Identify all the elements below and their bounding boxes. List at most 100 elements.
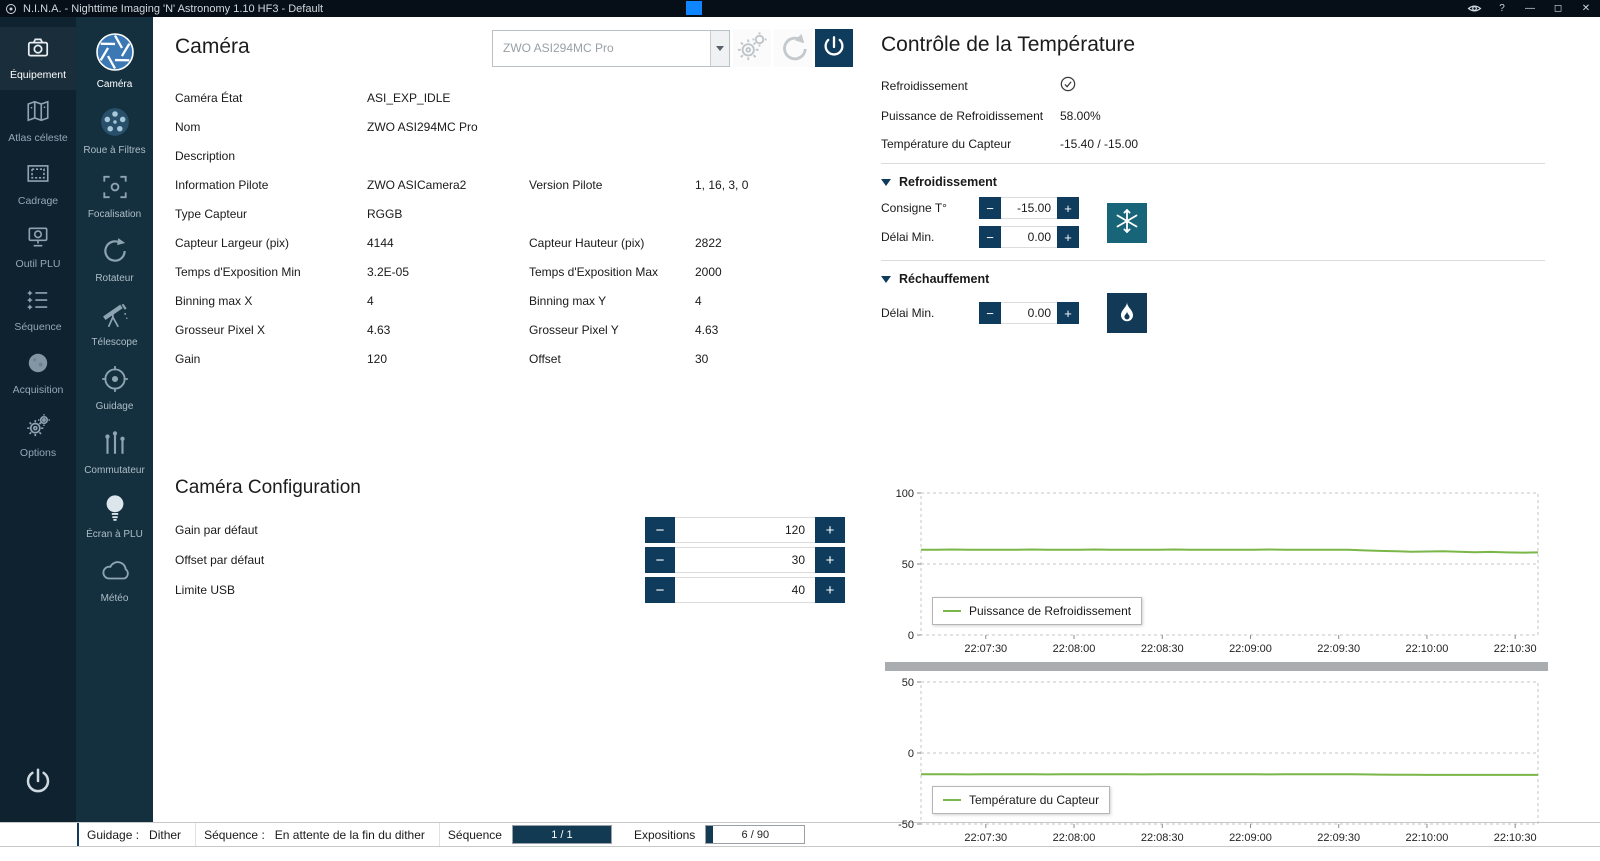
table-row: Capteur Largeur (pix) 4144 Capteur Hauteur… [175,228,865,257]
info-label: Temps d'Exposition Max [529,264,659,279]
equipment-nav-focuser[interactable]: Focalisation [76,165,153,229]
device-connection-bar: ZWO ASI294MC Pro [492,29,853,67]
info-value: 4 [367,293,374,308]
options-gears-icon [25,413,51,442]
warming-section-header[interactable]: Réchauffement [881,266,1600,291]
eye-icon[interactable] [1460,0,1488,17]
cooling-section-header[interactable]: Refroidissement [881,169,1600,194]
minus-button[interactable]: − [645,517,675,543]
svg-text:22:08:30: 22:08:30 [1141,643,1184,655]
subnav-item-label: Caméra [96,79,133,90]
stepper-value[interactable]: 0.00 [1001,302,1057,324]
expositions-progress-bar: 6 / 90 [705,825,806,844]
svg-text:100: 100 [896,488,914,500]
equipment-nav-weather[interactable]: Météo [76,549,153,613]
sidebar-item-atlas-celeste[interactable]: Atlas céleste [0,90,76,153]
temperature-status: Refroidissement Puissance de Refroidisse… [881,69,1600,158]
config-row: Offset par défaut − 30 + [175,545,865,575]
subnav-item-label: Guidage [95,401,134,412]
chart-scrollbar[interactable] [885,662,1548,671]
stepper-value[interactable]: 0.00 [1001,226,1057,248]
sequence-status-label: Séquence : [204,827,265,842]
equipment-icon [25,35,51,64]
plus-button[interactable]: + [1057,226,1079,248]
rescan-devices-button[interactable] [774,29,812,67]
info-value [695,91,865,105]
minus-button[interactable]: − [979,197,1001,219]
chevron-down-icon[interactable] [710,30,729,66]
info-label: Binning max Y [529,293,607,308]
stepper-value[interactable]: -15.00 [1001,197,1057,219]
equipment-nav-camera[interactable]: Caméra [76,25,153,99]
info-value: 4144 [367,235,394,250]
cooling-power-chart: 0 50 100 22:07:30 22:08:00 22:08:30 22:09:00 22… [885,487,1548,659]
info-value: RGGB [367,206,403,221]
minus-button[interactable]: − [645,547,675,573]
equipment-nav-switch[interactable]: Commutateur [76,421,153,485]
start-cooling-button[interactable] [1107,202,1147,243]
equipment-nav-guider[interactable]: Guidage [76,357,153,421]
rotator-icon [100,236,130,269]
camera-device-value: ZWO ASI294MC Pro [503,41,614,55]
minus-button[interactable]: − [979,302,1001,324]
cooling-section-body: Consigne T° − -15.00 + Délai Min. − 0.00… [881,194,1600,255]
maximize-button[interactable]: ◻ [1544,0,1572,17]
minus-button[interactable]: − [645,577,675,603]
sidebar-item-equipement[interactable]: Équipement [0,27,76,90]
equipment-nav-rotator[interactable]: Rotateur [76,229,153,293]
nina-window: N.I.N.A. - Nighttime Imaging 'N' Astrono… [0,0,1600,861]
section-title: Refroidissement [899,175,997,189]
close-button[interactable]: ✕ [1572,0,1600,17]
info-label [529,207,695,221]
equipment-nav-telescope[interactable]: Télescope [76,293,153,357]
sidebar-item-options[interactable]: Options [0,405,76,468]
divider [881,260,1545,261]
camera-settings-button[interactable] [733,29,771,67]
info-value: 2822 [695,235,722,250]
stepper-value[interactable]: 30 [675,547,815,573]
help-button[interactable]: ? [1488,0,1516,17]
info-label: Grosseur Pixel X [175,322,266,337]
sidebar-item-label: Atlas céleste [8,132,68,144]
expositions-progress-segment: Expositions 6 / 90 [626,823,819,846]
equipment-nav-filter-wheel[interactable]: Roue à Filtres [76,99,153,165]
sidebar-item-outil-plu[interactable]: Outil PLU [0,216,76,279]
minimize-button[interactable]: — [1516,0,1544,17]
svg-text:22:10:30: 22:10:30 [1494,832,1537,844]
subnav-item-label: Rotateur [95,273,134,284]
titlebar-accent [686,1,702,15]
equipment-nav-flat-panel[interactable]: Écran à PLU [76,485,153,549]
plus-button[interactable]: + [815,577,845,603]
exit-power-button[interactable] [23,766,53,796]
sidebar-item-acquisition[interactable]: Acquisition [0,342,76,405]
status-value: -15.40 / -15.00 [1060,137,1139,151]
camera-device-select[interactable]: ZWO ASI294MC Pro [492,29,730,67]
plus-button[interactable]: + [1057,197,1079,219]
default-offset-stepper: − 30 + [645,547,845,573]
plus-button[interactable]: + [815,517,845,543]
info-label: Grosseur Pixel Y [529,322,619,337]
plus-button[interactable]: + [1057,302,1079,324]
cloud-icon [100,556,130,589]
info-label [529,149,695,163]
flame-icon [1115,300,1139,327]
stepper-value[interactable]: 40 [675,577,815,603]
info-label: Description [175,148,236,163]
sidebar-item-sequence[interactable]: Séquence [0,279,76,342]
minus-button[interactable]: − [979,226,1001,248]
imaging-icon [25,350,51,379]
sidebar-item-label: Options [19,447,57,459]
info-value [695,149,865,163]
start-warming-button[interactable] [1107,293,1147,333]
focus-icon [100,172,130,205]
info-label [529,91,695,105]
info-label: Caméra État [175,90,243,105]
table-row: Information Pilote ZWO ASICamera2 Version … [175,170,865,199]
plus-button[interactable]: + [815,547,845,573]
info-value: 4.63 [367,322,391,337]
sequence-status-value: En attente de la fin du dither [274,827,425,842]
sidebar-item-cadrage[interactable]: Cadrage [0,153,76,216]
stepper-value[interactable]: 120 [675,517,815,543]
camera-disconnect-button[interactable] [815,29,853,67]
config-row: Gain par défaut − 120 + [175,515,865,545]
